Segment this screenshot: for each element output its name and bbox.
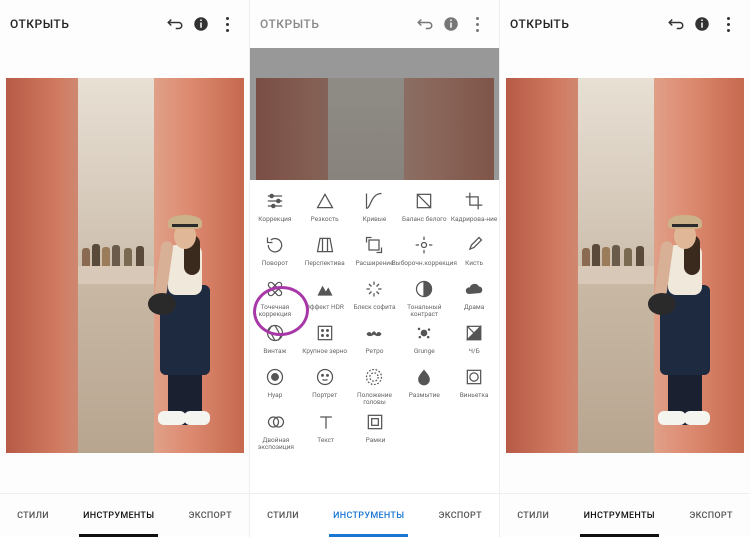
mountains-icon [314, 278, 336, 300]
wb-icon [413, 190, 435, 212]
bottom-tabs: СТИЛИ ИНСТРУМЕНТЫ ЭКСПОРТ [500, 493, 750, 537]
tool-grainy-film[interactable]: Крупное зерно [301, 322, 349, 362]
tool-brush[interactable]: Кисть [450, 234, 498, 274]
tool-text[interactable]: Текст [302, 411, 350, 451]
tab-styles[interactable]: СТИЛИ [511, 494, 555, 537]
bandaid-icon [264, 278, 286, 300]
open-button[interactable]: ОТКРЫТЬ [260, 17, 319, 31]
photo-preview [6, 78, 244, 453]
face-icon [314, 366, 336, 388]
tab-tools[interactable]: ИНСТРУМЕНТЫ [327, 494, 410, 537]
brush-icon [463, 234, 485, 256]
noir-icon [264, 366, 286, 388]
rotate-icon [264, 234, 286, 256]
tool-crop[interactable]: Кадрирова-ние [450, 190, 498, 230]
more-menu-icon[interactable] [215, 12, 239, 36]
tool-grunge[interactable]: Grunge [400, 322, 448, 362]
info-icon[interactable] [439, 12, 463, 36]
text-icon [315, 411, 337, 433]
tool-perspective[interactable]: Перспектива [301, 234, 349, 274]
tool-curves[interactable]: Кривые [350, 190, 398, 230]
tool-glamour-glow[interactable]: Блеск софита [350, 278, 398, 318]
canvas-area-dimmed [250, 48, 499, 180]
tool-noir[interactable]: Нуар [251, 366, 299, 406]
photo-preview [506, 78, 744, 453]
tool-vignette[interactable]: Виньетка [450, 366, 498, 406]
frame-icon [364, 411, 386, 433]
tab-export[interactable]: ЭКСПОРТ [182, 494, 237, 537]
tool-vintage[interactable]: Винтаж [251, 322, 299, 362]
tool-double-exposure[interactable]: Двойная экспозиция [252, 411, 300, 451]
tool-tonal-contrast[interactable]: Тональный контраст [400, 278, 448, 318]
splatter-icon [413, 322, 435, 344]
tool-hdr[interactable]: Эффект HDR [301, 278, 349, 318]
blur-icon [413, 366, 435, 388]
canvas-area[interactable] [0, 48, 249, 493]
tab-export[interactable]: ЭКСПОРТ [683, 494, 738, 537]
screen-editor-3: ОТКРЫТЬ СТИЛИ ИНСТРУМЕНТЫ ЭКСПОРТ [500, 0, 750, 537]
vignette-icon [463, 366, 485, 388]
tools-panel: Коррекция Резкость Кривые Баланс белого … [250, 180, 499, 537]
triangle-icon [314, 190, 336, 212]
tool-white-balance[interactable]: Баланс белого [400, 190, 448, 230]
film-icon [314, 322, 336, 344]
tool-selective[interactable]: Выборочн.коррекция [400, 234, 448, 274]
tab-tools[interactable]: ИНСТРУМЕНТЫ [77, 494, 160, 537]
head-pose-icon [363, 366, 385, 388]
screen-tools-panel: ОТКРЫТЬ Коррекция Резкость Кривые Бала [250, 0, 500, 537]
mustache-icon [363, 322, 385, 344]
canvas-area[interactable] [500, 48, 750, 493]
sparkle-icon [363, 278, 385, 300]
more-menu-icon[interactable] [716, 12, 740, 36]
contrast-icon [413, 278, 435, 300]
app-header: ОТКРЫТЬ [0, 0, 249, 48]
tool-lens-blur[interactable]: Размытие [400, 366, 448, 406]
app-header: ОТКРЫТЬ [500, 0, 750, 48]
expand-icon [363, 234, 385, 256]
tool-details[interactable]: Резкость [301, 190, 349, 230]
tab-tools[interactable]: ИНСТРУМЕНТЫ [578, 494, 661, 537]
cloud-icon [463, 278, 485, 300]
double-exp-icon [265, 411, 287, 433]
tool-head-pose[interactable]: Положение головы [350, 366, 398, 406]
tool-drama[interactable]: Драма [450, 278, 498, 318]
undo-stack-icon[interactable] [163, 12, 187, 36]
sliders-icon [264, 190, 286, 212]
open-button[interactable]: ОТКРЫТЬ [510, 17, 569, 31]
tool-rotate[interactable]: Поворот [251, 234, 299, 274]
crop-icon [463, 190, 485, 212]
tool-frames[interactable]: Рамки [352, 411, 400, 451]
info-icon[interactable] [189, 12, 213, 36]
tool-portrait[interactable]: Портрет [301, 366, 349, 406]
tool-bw[interactable]: Ч/Б [450, 322, 498, 362]
tab-styles[interactable]: СТИЛИ [261, 494, 305, 537]
tool-retrolux[interactable]: Ретро [350, 322, 398, 362]
tool-tune[interactable]: Коррекция [251, 190, 299, 230]
more-menu-icon[interactable] [465, 12, 489, 36]
tab-export[interactable]: ЭКСПОРТ [432, 494, 487, 537]
undo-stack-icon[interactable] [664, 12, 688, 36]
undo-stack-icon[interactable] [413, 12, 437, 36]
curves-icon [363, 190, 385, 212]
perspective-icon [314, 234, 336, 256]
app-header: ОТКРЫТЬ [250, 0, 499, 48]
bottom-tabs: СТИЛИ ИНСТРУМЕНТЫ ЭКСПОРТ [0, 493, 249, 537]
tool-healing[interactable]: Точечная коррекция [251, 278, 299, 318]
screen-editor-1: ОТКРЫТЬ СТИЛИ ИНСТРУМЕНТЫ ЭКСПОРТ [0, 0, 250, 537]
tab-styles[interactable]: СТИЛИ [11, 494, 55, 537]
open-button[interactable]: ОТКРЫТЬ [10, 17, 69, 31]
target-icon [413, 234, 435, 256]
bw-icon [463, 322, 485, 344]
bottom-tabs: СТИЛИ ИНСТРУМЕНТЫ ЭКСПОРТ [250, 493, 499, 537]
info-icon[interactable] [690, 12, 714, 36]
aperture-icon [264, 322, 286, 344]
